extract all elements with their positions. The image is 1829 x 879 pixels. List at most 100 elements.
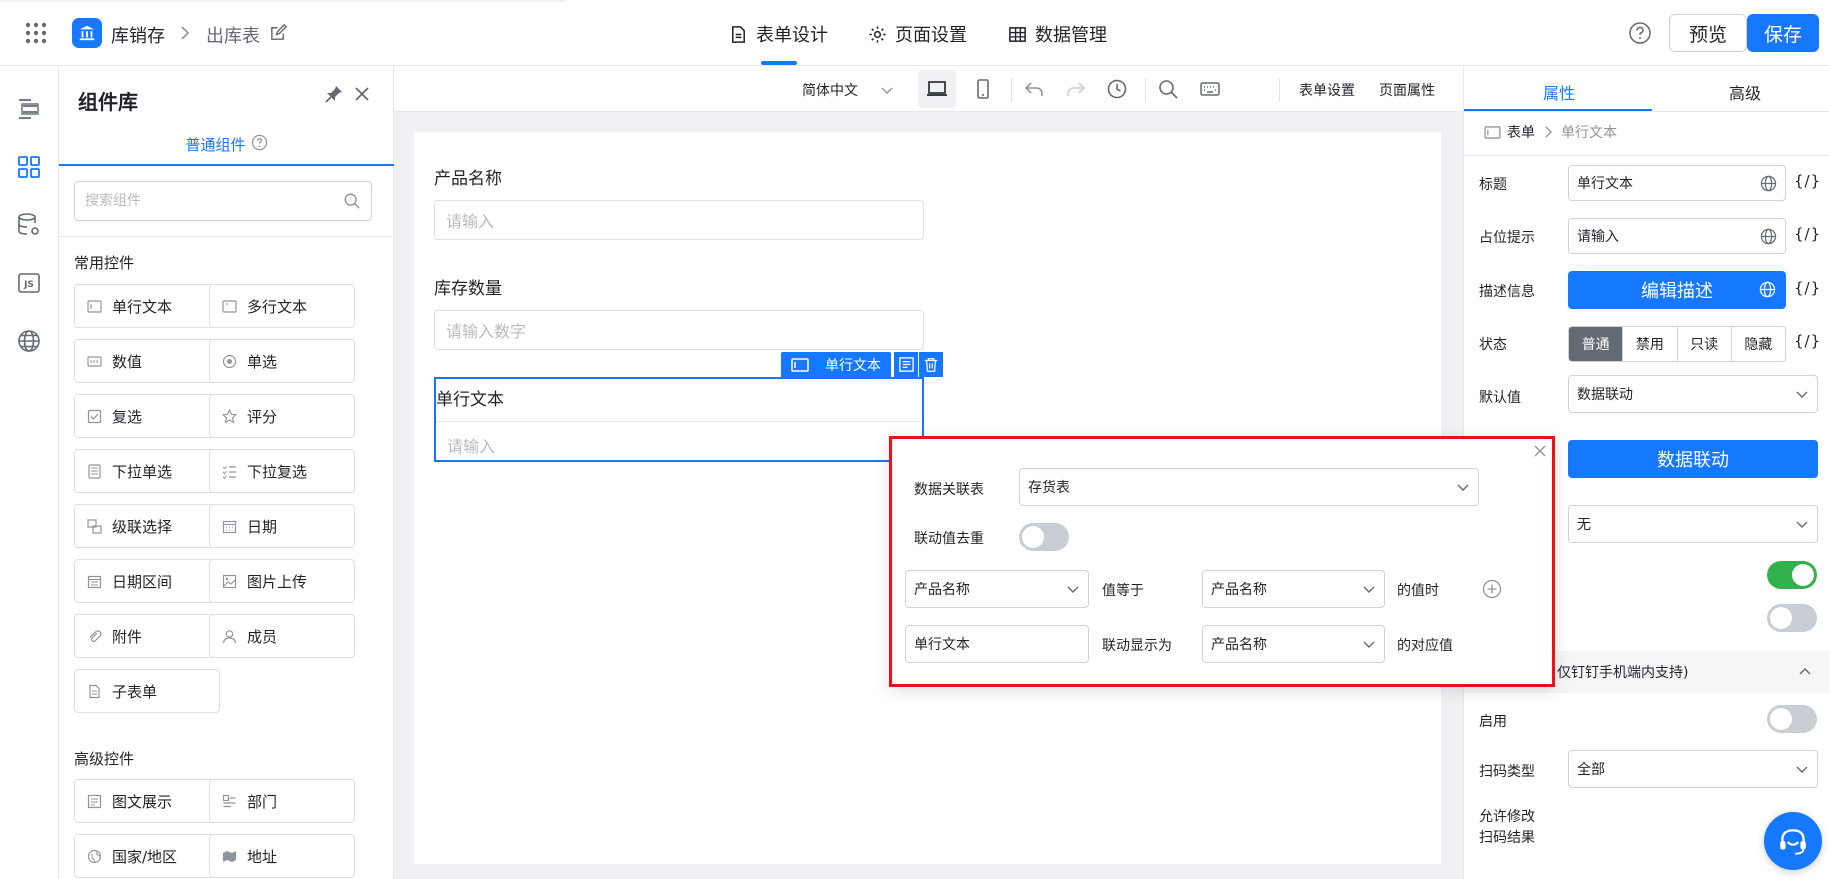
variable-binding-button[interactable]: {/} bbox=[1794, 332, 1821, 350]
placeholder-text: 请输入数字 bbox=[446, 322, 527, 341]
delete-component-button[interactable] bbox=[919, 352, 943, 377]
redo-icon[interactable] bbox=[1065, 78, 1087, 100]
component-item[interactable]: 地址 bbox=[209, 834, 355, 878]
tab-data-management[interactable]: 数据管理 bbox=[1008, 21, 1107, 47]
dedupe-toggle[interactable] bbox=[1019, 523, 1069, 551]
data-linkage-button[interactable]: 数据联动 bbox=[1568, 440, 1818, 478]
component-search[interactable] bbox=[74, 181, 372, 221]
title-input[interactable]: 单行文本 bbox=[1568, 165, 1786, 201]
tab-page-settings[interactable]: 页面设置 bbox=[868, 21, 967, 47]
edit-description-button[interactable]: 编辑描述 bbox=[1568, 271, 1786, 309]
app-grid-icon[interactable] bbox=[24, 21, 48, 45]
component-library-panel: 组件库 普通组件 常用控件 高级控件 单行文本 多行文本数值 单选复选 评分下拉单选 下… bbox=[59, 66, 394, 879]
app-logo[interactable] bbox=[72, 18, 102, 48]
component-item[interactable]: 部门 bbox=[209, 779, 355, 823]
breadcrumb-current: 单行文本 bbox=[1561, 125, 1617, 141]
condition-field-select[interactable]: 产品名称 bbox=[905, 570, 1089, 608]
component-item[interactable]: 成员 bbox=[209, 614, 355, 658]
keyboard-icon[interactable] bbox=[1199, 78, 1221, 100]
component-item[interactable]: 复选 bbox=[74, 394, 220, 438]
datasource-icon[interactable] bbox=[16, 212, 42, 238]
component-item[interactable]: 单选 bbox=[209, 339, 355, 383]
linked-table-select[interactable]: 存货表 bbox=[1019, 468, 1479, 506]
component-item[interactable]: 日期区间 bbox=[74, 559, 220, 603]
component-item[interactable]: 图片上传 bbox=[209, 559, 355, 603]
breadcrumb-app[interactable]: 库销存 bbox=[111, 22, 165, 48]
toggle-on[interactable] bbox=[1767, 561, 1817, 589]
close-icon[interactable] bbox=[351, 83, 373, 105]
language-select[interactable]: 简体中文 bbox=[802, 80, 858, 100]
state-hidden[interactable]: 隐藏 bbox=[1732, 327, 1785, 361]
chevron-up-icon bbox=[1799, 668, 1811, 675]
outline-icon[interactable] bbox=[16, 96, 42, 122]
variable-binding-button[interactable]: {/} bbox=[1794, 172, 1821, 190]
state-readonly[interactable]: 只读 bbox=[1678, 327, 1732, 361]
component-item[interactable]: 多行文本 bbox=[209, 284, 355, 328]
history-icon[interactable] bbox=[1106, 78, 1128, 100]
globe-icon[interactable] bbox=[16, 328, 42, 354]
product-name-input[interactable]: 请输入 bbox=[434, 200, 924, 240]
tab-advanced[interactable]: 高级 bbox=[1729, 80, 1761, 104]
state-segmented-control[interactable]: 普通 禁用 只读 隐藏 bbox=[1568, 326, 1786, 362]
js-icon[interactable]: JS bbox=[16, 270, 42, 296]
component-item[interactable]: 下拉单选 bbox=[74, 449, 220, 493]
edit-icon[interactable] bbox=[269, 23, 288, 42]
tab-common-components[interactable]: 普通组件 bbox=[59, 134, 394, 166]
breadcrumb-root[interactable]: 表单 bbox=[1507, 122, 1535, 142]
add-condition-icon[interactable] bbox=[1482, 579, 1502, 599]
component-item[interactable]: 下拉复选 bbox=[209, 449, 355, 493]
stock-qty-input[interactable]: 请输入数字 bbox=[434, 310, 924, 350]
undo-icon[interactable] bbox=[1023, 78, 1045, 100]
component-item[interactable]: 子表单 bbox=[74, 669, 220, 713]
divider bbox=[1464, 111, 1829, 112]
chevron-down-icon[interactable] bbox=[880, 83, 894, 97]
close-icon[interactable] bbox=[1532, 443, 1548, 459]
customer-service-button[interactable] bbox=[1764, 812, 1822, 870]
selected-component-outline[interactable]: 单行文本 请输入 bbox=[434, 377, 924, 462]
component-item[interactable]: 附件 bbox=[74, 614, 220, 658]
copy-component-button[interactable] bbox=[894, 352, 918, 377]
selected-component-tag[interactable]: 单行文本 bbox=[781, 352, 891, 377]
divider bbox=[59, 236, 394, 237]
breadcrumb-page[interactable]: 出库表 bbox=[206, 22, 260, 48]
placeholder-input[interactable]: 请输入 bbox=[1568, 218, 1786, 254]
component-item[interactable]: 单行文本 bbox=[74, 284, 220, 328]
component-item[interactable]: 国家/地区 bbox=[74, 834, 220, 878]
tab-form-design[interactable]: 表单设计 bbox=[729, 21, 828, 65]
default-value-select[interactable]: 数据联动 bbox=[1568, 375, 1818, 413]
page-props-link[interactable]: 页面属性 bbox=[1379, 80, 1435, 100]
variable-binding-button[interactable]: {/} bbox=[1794, 279, 1821, 297]
desktop-icon[interactable] bbox=[926, 78, 948, 100]
component-item[interactable]: 日期 bbox=[209, 504, 355, 548]
enable-toggle[interactable] bbox=[1767, 705, 1817, 733]
help-icon[interactable] bbox=[1628, 21, 1652, 45]
component-item[interactable]: 级联选择 bbox=[74, 504, 220, 548]
search-input[interactable] bbox=[85, 193, 325, 209]
mobile-icon[interactable] bbox=[972, 78, 994, 100]
scan-type-select[interactable]: 全部 bbox=[1568, 750, 1818, 788]
preview-button[interactable]: 预览 bbox=[1669, 14, 1747, 52]
toggle-off[interactable] bbox=[1767, 604, 1817, 632]
components-icon[interactable] bbox=[16, 154, 42, 180]
component-item[interactable]: 图文展示 bbox=[74, 779, 220, 823]
search-icon[interactable] bbox=[343, 192, 361, 210]
form-settings-link[interactable]: 表单设置 bbox=[1299, 80, 1355, 100]
search-icon[interactable] bbox=[1157, 78, 1179, 100]
display-target-select[interactable]: 产品名称 bbox=[1202, 625, 1385, 663]
display-field-input[interactable]: 单行文本 bbox=[905, 625, 1089, 663]
field-label-product-name: 产品名称 bbox=[434, 169, 502, 189]
state-normal[interactable]: 普通 bbox=[1569, 327, 1624, 361]
option-select[interactable]: 无 bbox=[1568, 505, 1818, 543]
placeholder-label: 占位提示 bbox=[1479, 230, 1535, 246]
component-label: 地址 bbox=[247, 847, 278, 866]
save-button[interactable]: 保存 bbox=[1747, 14, 1819, 52]
component-item[interactable]: 评分 bbox=[209, 394, 355, 438]
pin-icon[interactable] bbox=[323, 83, 345, 105]
component-item[interactable]: 数值 bbox=[74, 339, 220, 383]
variable-binding-button[interactable]: {/} bbox=[1794, 225, 1821, 243]
condition-target-select[interactable]: 产品名称 bbox=[1202, 570, 1385, 608]
value-label: 的对应值 bbox=[1397, 638, 1453, 654]
state-disabled[interactable]: 禁用 bbox=[1623, 327, 1678, 361]
component-label: 日期 bbox=[247, 517, 278, 536]
tab-attributes[interactable]: 属性 bbox=[1543, 80, 1575, 104]
